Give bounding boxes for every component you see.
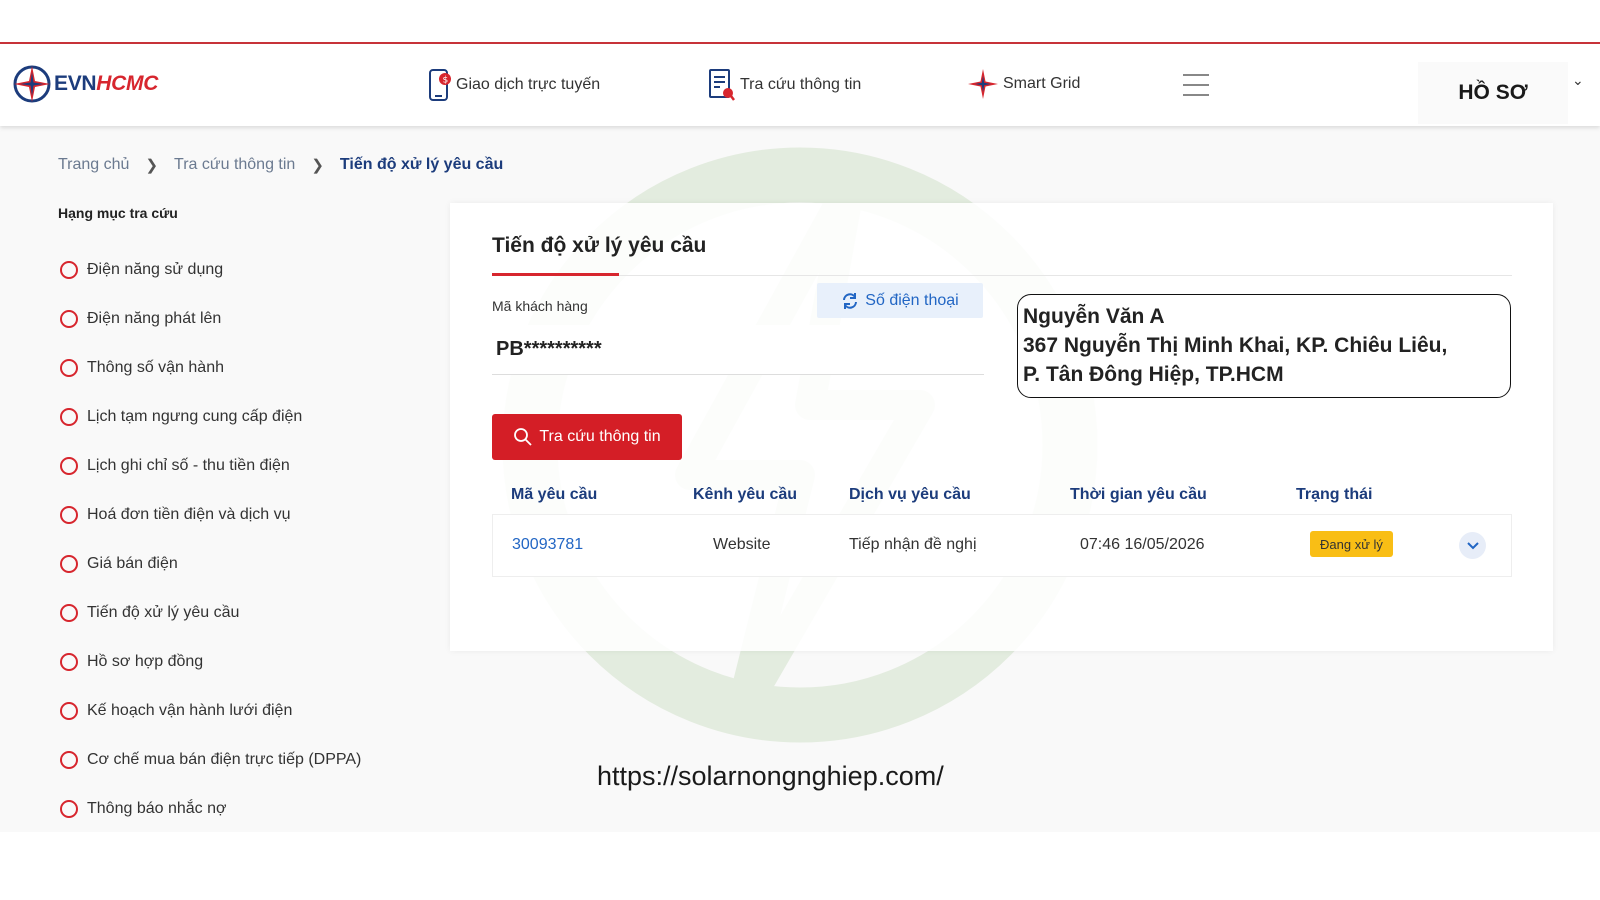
smart-grid-star-icon <box>968 69 998 99</box>
nav-label: Tra cứu thông tin <box>740 76 862 93</box>
sidebar-item-energy-generated[interactable]: Điện năng phát lên <box>60 294 361 343</box>
divider <box>492 275 1512 276</box>
breadcrumb: Trang chủ ❯ Tra cứu thông tin ❯ Tiến độ … <box>58 156 503 174</box>
nav-smart-grid[interactable]: Smart Grid <box>967 68 1080 100</box>
phone-button-label: Số điện thoại <box>865 291 959 309</box>
card-title: Tiến độ xử lý yêu cầu <box>492 234 707 257</box>
request-service: Tiếp nhận đề nghị <box>849 536 977 553</box>
svg-text:$: $ <box>443 76 449 86</box>
sidebar-item-label: Thông báo nhắc nợ <box>87 799 227 817</box>
sidebar-item-contracts[interactable]: Hồ sơ hợp đồng <box>60 637 361 686</box>
breadcrumb-lookup[interactable]: Tra cứu thông tin <box>174 156 295 174</box>
radio-circle-icon <box>60 309 78 328</box>
customer-code-label: Mã khách hàng <box>492 298 588 314</box>
table-row[interactable]: 30093781 Website Tiếp nhận đề nghị 07:46… <box>492 514 1512 577</box>
sidebar-heading: Hạng mục tra cứu <box>58 205 178 221</box>
profile-button[interactable]: HỒ SƠ <box>1418 62 1568 124</box>
nav-label: Giao dịch trực tuyến <box>456 76 601 93</box>
sidebar-item-operating-params[interactable]: Thông số vận hành <box>60 343 361 392</box>
sidebar-item-label: Hoá đơn tiền điện và dịch vụ <box>87 505 291 523</box>
column-header-time: Thời gian yêu cầu <box>1070 486 1207 503</box>
chevron-down-icon[interactable]: ⌄ <box>1572 72 1584 89</box>
sidebar-item-energy-used[interactable]: Điện năng sử dụng <box>60 245 361 294</box>
column-header-request-id: Mã yêu cầu <box>511 486 598 503</box>
customer-code-input[interactable] <box>492 325 984 375</box>
chevron-right-icon: ❯ <box>311 157 324 174</box>
logo-text-hcmc: HCMC <box>96 72 159 95</box>
sidebar-item-electricity-price[interactable]: Giá bán điện <box>60 539 361 588</box>
radio-circle-icon <box>60 260 78 279</box>
mobile-payment-icon: $ <box>429 69 451 101</box>
sidebar-item-request-progress[interactable]: Tiến độ xử lý yêu cầu <box>60 588 361 637</box>
sidebar-item-dppa[interactable]: Cơ chế mua bán điện trực tiếp (DPPA) <box>60 735 361 784</box>
sidebar-item-label: Cơ chế mua bán điện trực tiếp (DPPA) <box>87 750 362 768</box>
radio-circle-icon <box>60 358 78 377</box>
evn-logo[interactable]: EVNHCMC <box>12 64 158 104</box>
sidebar-item-debt-reminder[interactable]: Thông báo nhắc nợ <box>60 784 361 833</box>
radio-circle-icon <box>60 701 78 720</box>
request-id-link[interactable]: 30093781 <box>512 536 583 554</box>
column-header-service: Dịch vụ yêu cầu <box>849 486 971 503</box>
sidebar-item-label: Điện năng phát lên <box>87 309 222 327</box>
sidebar-item-meter-schedule[interactable]: Lịch ghi chỉ số - thu tiền điện <box>60 441 361 490</box>
breadcrumb-home[interactable]: Trang chủ <box>58 156 129 174</box>
logo-text-evn: EVN <box>54 72 97 95</box>
breadcrumb-current: Tiến độ xử lý yêu cầu <box>339 156 504 173</box>
lookup-button[interactable]: Tra cứu thông tin <box>492 414 682 460</box>
nav-lookup-info[interactable]: Tra cứu thông tin <box>708 68 861 102</box>
radio-circle-icon <box>60 799 78 818</box>
status-badge: Đang xử lý <box>1310 531 1393 557</box>
nav-label: Smart Grid <box>1003 75 1081 92</box>
sidebar-item-label: Kế hoạch vận hành lưới điện <box>87 701 293 719</box>
sidebar-item-label: Lịch ghi chỉ số - thu tiền điện <box>87 456 290 474</box>
nav-online-transaction[interactable]: $ Giao dịch trực tuyến <box>428 68 600 102</box>
sidebar-item-label: Tiến độ xử lý yêu cầu <box>87 603 240 621</box>
request-progress-card: Tiến độ xử lý yêu cầu Mã khách hàng Số đ… <box>450 203 1553 651</box>
customer-name: Nguyễn Văn A <box>1023 305 1165 328</box>
sidebar-list: Điện năng sử dụng Điện năng phát lên Thô… <box>60 245 361 833</box>
customer-address-line2: P. Tân Đông Hiệp, TP.HCM <box>1023 363 1284 386</box>
request-channel: Website <box>713 536 771 553</box>
radio-circle-icon <box>60 554 78 573</box>
radio-circle-icon <box>60 407 78 426</box>
radio-circle-icon <box>60 505 78 524</box>
chevron-right-icon: ❯ <box>145 157 159 174</box>
sidebar-item-label: Lịch tạm ngưng cung cấp điện <box>87 407 303 425</box>
document-search-icon <box>709 69 735 101</box>
radio-circle-icon <box>60 652 78 671</box>
search-icon <box>514 428 532 446</box>
sidebar-item-invoices[interactable]: Hoá đơn tiền điện và dịch vụ <box>60 490 361 539</box>
column-header-status: Trạng thái <box>1296 486 1373 503</box>
lookup-button-label: Tra cứu thông tin <box>539 428 661 445</box>
website-url: https://solarnongnghiep.com/ <box>597 761 944 791</box>
header: EVNHCMC $ Giao dịch trực tuyến Tra cứu t… <box>0 44 1600 126</box>
request-time: 07:46 16/05/2026 <box>1080 536 1205 553</box>
sidebar-item-label: Hồ sơ hợp đồng <box>87 652 204 670</box>
refresh-icon <box>843 292 858 309</box>
customer-info-callout: Nguyễn Văn A 367 Nguyễn Thị Minh Khai, K… <box>1017 294 1511 398</box>
evn-logo-icon <box>13 65 51 103</box>
page: EVNHCMC $ Giao dịch trực tuyến Tra cứu t… <box>0 0 1600 900</box>
sidebar-item-grid-plan[interactable]: Kế hoạch vận hành lưới điện <box>60 686 361 735</box>
radio-circle-icon <box>60 603 78 622</box>
sidebar-item-label: Giá bán điện <box>87 554 178 572</box>
sidebar-item-label: Điện năng sử dụng <box>87 260 224 278</box>
expand-chevron-down-icon[interactable] <box>1459 532 1486 559</box>
profile-label: HỒ SƠ <box>1458 81 1528 104</box>
column-header-channel: Kênh yêu cầu <box>693 486 798 503</box>
sidebar-item-label: Thông số vận hành <box>87 358 224 376</box>
radio-circle-icon <box>60 456 78 475</box>
menu-hamburger-icon[interactable] <box>1183 74 1209 96</box>
sidebar-item-outage-schedule[interactable]: Lịch tạm ngưng cung cấp điện <box>60 392 361 441</box>
radio-circle-icon <box>60 750 78 769</box>
customer-address-line1: 367 Nguyễn Thị Minh Khai, KP. Chiêu Liêu… <box>1023 334 1448 357</box>
phone-number-toggle-button[interactable]: Số điện thoại <box>817 283 983 318</box>
title-underline <box>492 273 619 276</box>
